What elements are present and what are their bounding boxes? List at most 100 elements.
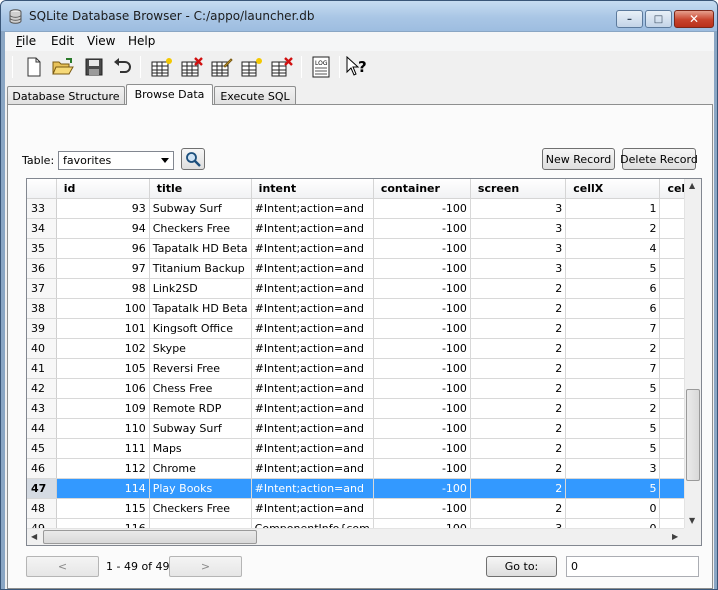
cell-cellx[interactable]: 5 bbox=[565, 258, 661, 279]
cell-screen[interactable]: 2 bbox=[470, 298, 567, 319]
table-row[interactable]: 45 111 Maps #Intent;action=and -100 2 5 bbox=[27, 438, 701, 459]
cell-intent[interactable]: #Intent;action=and bbox=[251, 338, 374, 359]
cell-cellx[interactable]: 4 bbox=[565, 238, 661, 259]
cell-cellx[interactable]: 7 bbox=[565, 358, 661, 379]
vertical-scrollbar[interactable]: ▲ ▼ bbox=[684, 179, 701, 529]
cell-container[interactable]: -100 bbox=[373, 318, 471, 339]
cell-intent[interactable]: #Intent;action=and bbox=[251, 418, 374, 439]
table-row[interactable]: 46 112 Chrome #Intent;action=and -100 2 3 bbox=[27, 458, 701, 479]
table-row[interactable]: 42 106 Chess Free #Intent;action=and -100 2 5 bbox=[27, 378, 701, 399]
table-row[interactable]: 33 93 Subway Surf #Intent;action=and -100 3 1 bbox=[27, 198, 701, 219]
cell-title[interactable]: Tapatalk HD Beta bbox=[149, 238, 252, 259]
cell-title[interactable]: Checkers Free bbox=[149, 498, 252, 519]
cell-id[interactable]: 112 bbox=[56, 458, 150, 479]
column-header[interactable]: container bbox=[373, 179, 471, 199]
table-row[interactable]: 44 110 Subway Surf #Intent;action=and -100 2 5 bbox=[27, 418, 701, 439]
whats-this-button[interactable]: ? bbox=[345, 55, 371, 79]
cell-cellx[interactable]: 5 bbox=[565, 478, 661, 499]
horizontal-scroll-thumb[interactable] bbox=[43, 530, 257, 544]
row-header[interactable]: 42 bbox=[27, 378, 57, 399]
cell-title[interactable]: Tapatalk HD Beta bbox=[149, 298, 252, 319]
cell-intent[interactable]: #Intent;action=and bbox=[251, 458, 374, 479]
table-select[interactable]: favorites bbox=[58, 151, 174, 170]
scroll-right-icon[interactable]: ▶ bbox=[672, 532, 678, 541]
cell-container[interactable]: -100 bbox=[373, 258, 471, 279]
log-button[interactable]: LOG bbox=[308, 55, 334, 79]
cell-id[interactable]: 109 bbox=[56, 398, 150, 419]
table-row[interactable]: 39 101 Kingsoft Office #Intent;action=and -1… bbox=[27, 318, 701, 339]
column-header[interactable]: intent bbox=[251, 179, 374, 199]
cell-container[interactable]: -100 bbox=[373, 298, 471, 319]
cell-intent[interactable]: #Intent;action=and bbox=[251, 258, 374, 279]
cell-title[interactable]: Maps bbox=[149, 438, 252, 459]
row-header[interactable]: 45 bbox=[27, 438, 57, 459]
cell-id[interactable]: 100 bbox=[56, 298, 150, 319]
cell-cellx[interactable]: 3 bbox=[565, 458, 661, 479]
cell-container[interactable]: -100 bbox=[373, 498, 471, 519]
cell-cellx[interactable]: 7 bbox=[565, 318, 661, 339]
menu-file[interactable]: File bbox=[16, 34, 36, 48]
cell-container[interactable]: -100 bbox=[373, 278, 471, 299]
cell-intent[interactable]: #Intent;action=and bbox=[251, 198, 374, 219]
row-header[interactable]: 40 bbox=[27, 338, 57, 359]
cell-intent[interactable]: #Intent;action=and bbox=[251, 378, 374, 399]
cell-id[interactable]: 96 bbox=[56, 238, 150, 259]
data-grid[interactable]: id title intent container screen cellX c… bbox=[26, 178, 702, 546]
open-database-button[interactable] bbox=[50, 55, 76, 79]
cell-container[interactable]: -100 bbox=[373, 438, 471, 459]
cell-screen[interactable]: 3 bbox=[470, 258, 567, 279]
cell-screen[interactable]: 2 bbox=[470, 338, 567, 359]
cell-title[interactable]: Subway Surf bbox=[149, 418, 252, 439]
new-database-button[interactable] bbox=[21, 55, 47, 79]
row-header[interactable]: 48 bbox=[27, 498, 57, 519]
cell-id[interactable]: 102 bbox=[56, 338, 150, 359]
tab-execute-sql[interactable]: Execute SQL bbox=[214, 86, 296, 105]
cell-screen[interactable]: 3 bbox=[470, 218, 567, 239]
menu-view[interactable]: View bbox=[87, 34, 115, 48]
cell-cellx[interactable]: 2 bbox=[565, 338, 661, 359]
table-row[interactable]: 34 94 Checkers Free #Intent;action=and -100 3… bbox=[27, 218, 701, 239]
goto-input[interactable]: 0 bbox=[566, 556, 699, 577]
undo-button[interactable] bbox=[109, 55, 135, 79]
cell-cellx[interactable]: 0 bbox=[565, 498, 661, 519]
column-header[interactable]: id bbox=[56, 179, 150, 199]
cell-container[interactable]: -100 bbox=[373, 398, 471, 419]
table-row[interactable]: 41 105 Reversi Free #Intent;action=and -100 2… bbox=[27, 358, 701, 379]
previous-page-button[interactable]: < bbox=[26, 556, 99, 577]
cell-screen[interactable]: 2 bbox=[470, 398, 567, 419]
scroll-up-icon[interactable]: ▲ bbox=[689, 181, 695, 190]
cell-title[interactable]: Kingsoft Office bbox=[149, 318, 252, 339]
maximize-button[interactable]: □ bbox=[645, 10, 672, 28]
cell-screen[interactable]: 2 bbox=[470, 318, 567, 339]
cell-container[interactable]: -100 bbox=[373, 478, 471, 499]
cell-id[interactable]: 105 bbox=[56, 358, 150, 379]
vertical-scroll-thumb[interactable] bbox=[686, 389, 700, 481]
row-header[interactable]: 47 bbox=[27, 478, 57, 499]
close-button[interactable]: ✕ bbox=[674, 10, 714, 28]
cell-title[interactable]: Titanium Backup bbox=[149, 258, 252, 279]
cell-id[interactable]: 115 bbox=[56, 498, 150, 519]
cell-screen[interactable]: 2 bbox=[470, 498, 567, 519]
cell-container[interactable]: -100 bbox=[373, 238, 471, 259]
cell-id[interactable]: 111 bbox=[56, 438, 150, 459]
cell-cellx[interactable]: 6 bbox=[565, 278, 661, 299]
row-header[interactable]: 37 bbox=[27, 278, 57, 299]
cell-id[interactable]: 101 bbox=[56, 318, 150, 339]
cell-container[interactable]: -100 bbox=[373, 378, 471, 399]
cell-title[interactable]: Chrome bbox=[149, 458, 252, 479]
column-header[interactable]: screen bbox=[470, 179, 567, 199]
cell-intent[interactable]: #Intent;action=and bbox=[251, 398, 374, 419]
tab-browse-data[interactable]: Browse Data bbox=[126, 84, 213, 105]
table-row[interactable]: 43 109 Remote RDP #Intent;action=and -100 2 2 bbox=[27, 398, 701, 419]
goto-button[interactable]: Go to: bbox=[486, 556, 557, 577]
cell-screen[interactable]: 3 bbox=[470, 238, 567, 259]
cell-title[interactable]: Chess Free bbox=[149, 378, 252, 399]
search-button[interactable] bbox=[181, 148, 205, 170]
column-header[interactable]: title bbox=[149, 179, 252, 199]
new-record-button[interactable]: New Record bbox=[542, 148, 615, 170]
cell-cellx[interactable]: 2 bbox=[565, 218, 661, 239]
cell-intent[interactable]: #Intent;action=and bbox=[251, 358, 374, 379]
cell-title[interactable]: Play Books bbox=[149, 478, 252, 499]
corner-header[interactable] bbox=[27, 179, 57, 199]
cell-id[interactable]: 106 bbox=[56, 378, 150, 399]
